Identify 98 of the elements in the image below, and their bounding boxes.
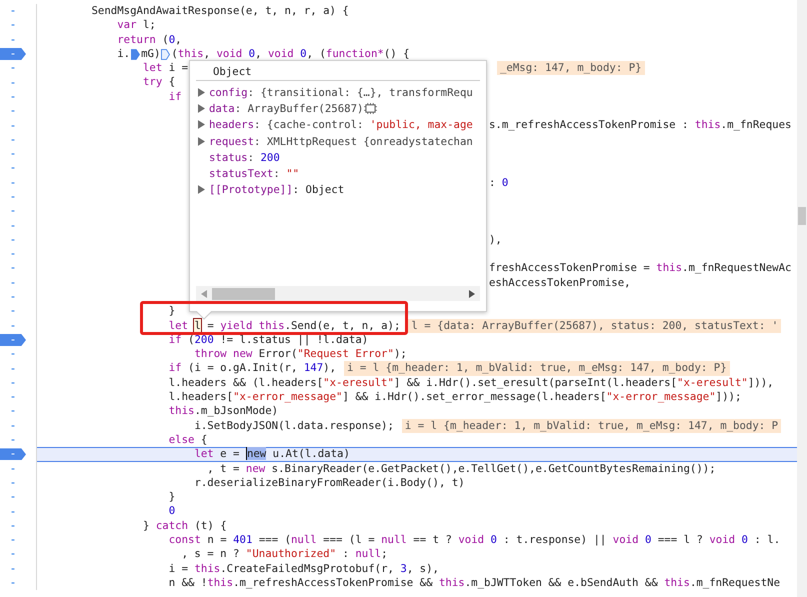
code-text: let i = [142,61,188,76]
expand-triangle-icon[interactable] [198,88,205,97]
property-text: status: 200 [209,150,280,164]
code-text: 0 [168,504,176,519]
inline-value: l = {data: ArrayBuffer(25687), status: 200, statusText: ' [408,318,782,333]
expand-triangle-icon[interactable] [198,185,205,194]
line-marker[interactable]: - [0,491,26,504]
line-marker[interactable]: - [0,134,26,146]
line-marker[interactable]: - [0,5,26,18]
line-marker[interactable]: - [0,462,26,475]
line-marker[interactable]: - [0,148,26,160]
code-text: l.headers && (l.headers["x-eresult"] && i.Hdr().set_eresult(parseInt(l.headers["x-eresult"])), [168,376,774,390]
line-marker[interactable]: - [0,534,26,546]
code-text: : 0 [489,176,508,190]
code-text: } [168,304,176,319]
code-text: var l; [117,18,156,33]
line-marker[interactable]: - [0,176,26,189]
code-text: i. [117,46,130,62]
line-marker[interactable]: - [0,305,26,318]
code-text: } catch (t) { [142,518,227,533]
line-marker[interactable]: - [0,90,26,103]
line-marker[interactable]: - [0,548,26,560]
code-text: this.m_bJsonMode) [168,404,278,419]
code-text: } [168,490,176,504]
code-text: let e = new u.At(l.data) [194,448,350,460]
code-text: , t = new s.BinaryReader(e.GetPacket(),e.TellGet(),e.GetCountBytesRemaining()); [207,462,716,476]
line-marker[interactable]: - [0,291,26,304]
inline-value: i = l {m_header: 1, m_bValid: true, m_eMsg: 147, m_body: P} [344,361,730,376]
line-marker[interactable]: - [0,262,26,274]
line-marker[interactable]: - [0,562,26,575]
expand-triangle-icon[interactable] [198,120,205,130]
property-text: request: XMLHttpRequest {onreadystatechan [209,134,473,148]
code-text: mG) [141,46,160,62]
code-text: r.deserializeBinaryFromReader(i.Body(), t) [194,476,465,490]
inline-breakpoint-icon[interactable] [161,48,170,60]
line-marker[interactable]: - [0,476,26,489]
inline-breakpoint-icon[interactable] [131,48,140,60]
property-text: statusText: "" [209,167,300,180]
inline-value: i = l {m_header: 1, m_bValid: true, m_eMsg: 147, m_body: P [402,418,782,433]
code-text: , s = n ? "Unauthorized" : null; [182,547,388,562]
code-text: else { [168,432,208,448]
code-text: try { [142,75,176,90]
popover-title: Object [212,65,252,79]
line-marker[interactable]: - [0,520,26,532]
line-marker[interactable]: - [0,577,26,590]
line-marker[interactable]: - [0,234,26,246]
line-marker[interactable]: - [0,376,26,389]
code-text: const n = 401 === (null === (l = null == t ? void 0 : t.response) || void 0 === l ? void 0 : l. [168,532,780,548]
scroll-right-arrow-icon[interactable] [469,290,475,298]
breakpoint-marker[interactable]: - [0,334,26,346]
line-marker[interactable]: - [0,205,26,218]
code-text: eshAccessTokenPromise, [489,276,631,290]
line-marker[interactable]: - [0,506,26,518]
code-text: (this, void 0, void 0, (function*() { [171,46,410,62]
line-marker[interactable]: - [0,62,26,74]
line-marker[interactable]: - [0,248,26,260]
line-marker[interactable]: - [0,362,26,375]
memory-icon[interactable] [364,102,378,114]
line-marker[interactable]: - [0,391,26,404]
code-text: if (200 != l.status || !l.data) [168,332,368,348]
code-text: l.headers["x-error_message"] && i.Hdr().set_error_message(l.headers["x-error_message"])); [168,390,742,404]
property-text: data: ArrayBuffer(25687) [209,102,364,115]
line-marker[interactable]: - [0,19,26,32]
code-text: s.m_refreshAccessTokenPromise : this.m_fnReques [489,118,792,133]
code-text: let l = yield this.Send(e, t, n, a); [168,318,400,333]
vertical-scrollbar[interactable] [797,0,807,597]
code-text: i = this.CreateFailedMsgProtobuf(r, 3, s), [168,562,439,576]
line-marker[interactable]: - [0,276,26,289]
code-text: freshAccessTokenPromise = this.m_fnRequestNewAc [489,261,792,276]
line-marker[interactable]: - [0,405,26,418]
line-marker[interactable]: - [0,420,26,432]
code-text: n && !this.m_refreshAccessTokenPromise && this.m_bJWTToken && e.bSendAuth && this.m_fnRequestNe [168,576,780,590]
code-text: SendMsgAndAwaitResponse(e, t, n, r, a) { [91,4,349,18]
property-text: [[Prototype]]: Object [209,183,344,196]
property-text: config: {transitional: {…}, transformRequ [209,86,473,99]
code-text: if (i = o.gA.Init(r, 147), [168,361,336,376]
code-text: throw new Error("Request Error"); [194,347,407,362]
line-marker[interactable]: - [0,34,26,46]
line-marker[interactable]: - [0,162,26,174]
horizontal-scrollbar[interactable] [196,286,480,301]
line-marker[interactable]: - [0,348,26,360]
line-marker[interactable]: - [0,191,26,203]
line-marker[interactable]: - [0,105,26,118]
line-marker[interactable]: - [0,320,26,332]
inline-value: _eMsg: 147, m_body: P} [497,61,645,76]
expand-triangle-icon[interactable] [198,136,205,146]
breakpoint-marker[interactable]: - [0,448,26,460]
line-marker[interactable]: - [0,220,26,232]
line-marker[interactable]: - [0,120,26,132]
expand-triangle-icon[interactable] [198,104,205,113]
line-marker[interactable]: - [0,76,26,89]
line-marker[interactable]: - [0,434,26,446]
code-text: return (0, [117,32,182,47]
breakpoint-marker[interactable]: - [0,48,26,60]
code-text: ), [489,232,502,248]
property-text: headers: {cache-control: 'public, max-age [209,118,473,132]
code-text: i.SetBodyJSON(l.data.response); [194,418,394,433]
code-text: if [168,90,182,104]
